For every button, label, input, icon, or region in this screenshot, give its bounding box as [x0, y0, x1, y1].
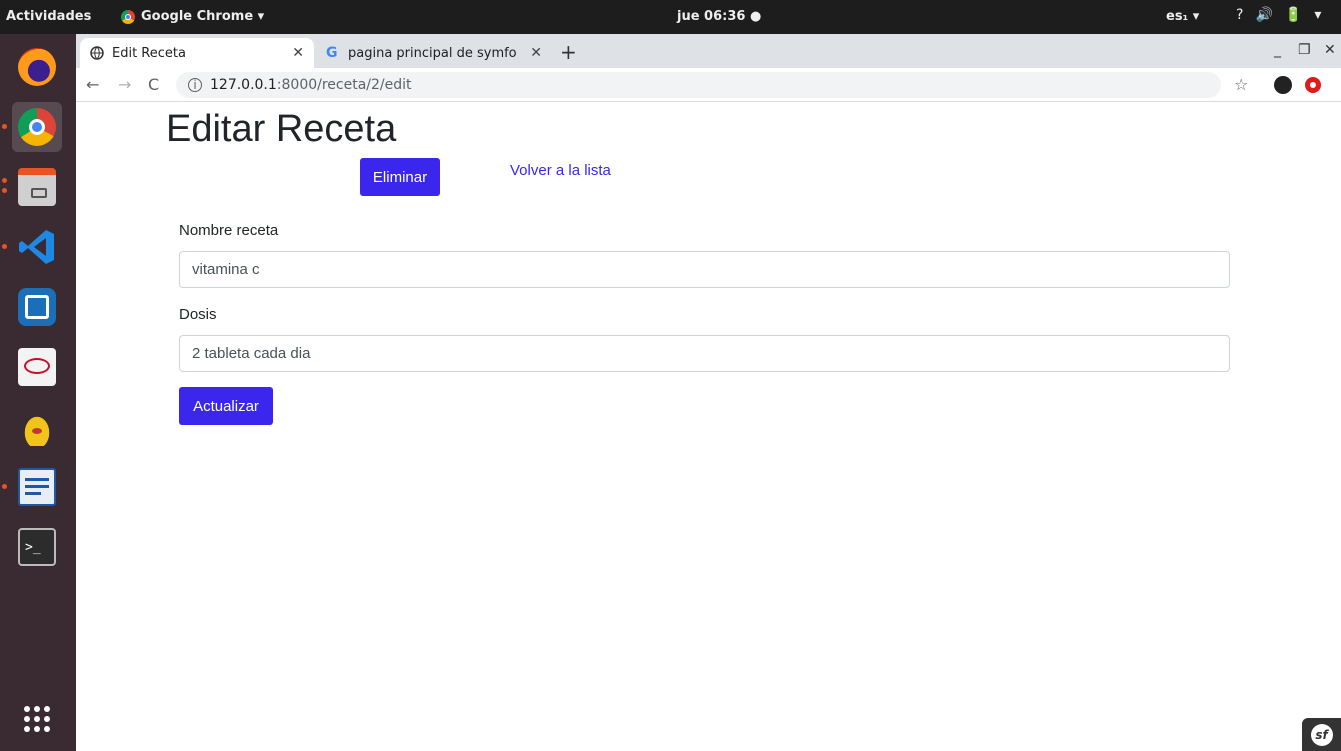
- symfony-logo-icon: sf: [1310, 723, 1333, 746]
- page-title: Editar Receta: [166, 108, 397, 150]
- acrobat-icon: [18, 348, 56, 386]
- dock-item-writer[interactable]: [2, 462, 62, 512]
- update-button[interactable]: Actualizar: [179, 387, 273, 425]
- terminal-icon: >_: [18, 528, 56, 566]
- vscode-icon: [19, 230, 54, 264]
- new-tab-button[interactable]: +: [560, 42, 577, 62]
- writer-icon: [18, 468, 56, 506]
- running-indicator: [2, 178, 7, 183]
- bookmark-star-icon[interactable]: ☆: [1234, 75, 1248, 94]
- running-indicator: [2, 244, 7, 249]
- restore-icon[interactable]: ❐: [1298, 42, 1311, 58]
- dock-item-files[interactable]: [2, 162, 62, 212]
- app-menu[interactable]: Google Chrome ▾: [121, 9, 264, 24]
- tab-edit-receta[interactable]: Edit Receta ✕: [80, 38, 314, 68]
- running-indicator: [2, 484, 7, 489]
- url-host: 127.0.0.1: [210, 77, 277, 93]
- dock: >_: [0, 34, 76, 751]
- battery-icon: 🔋: [1284, 7, 1303, 23]
- dock-item-firefox[interactable]: [12, 42, 62, 92]
- chrome-icon: [121, 9, 135, 24]
- dock-item-boxes[interactable]: [12, 282, 62, 332]
- reload-icon[interactable]: C: [148, 75, 159, 94]
- app-menu-label: Google Chrome ▾: [141, 9, 265, 24]
- close-window-icon[interactable]: ✕: [1324, 42, 1336, 58]
- chrome-icon: [18, 108, 56, 146]
- dock-item-acrobat[interactable]: [12, 342, 62, 392]
- tab-title: pagina principal de symfo: [348, 45, 517, 61]
- clock[interactable]: jue 06:36 ●: [677, 9, 761, 24]
- info-icon[interactable]: i: [188, 78, 202, 92]
- symfony-toolbar-toggle[interactable]: sf: [1302, 718, 1341, 751]
- help-icon: ?: [1236, 7, 1244, 23]
- extension-icon[interactable]: [1274, 76, 1292, 94]
- language-indicator[interactable]: es₁ ▾: [1166, 9, 1199, 24]
- dose-input[interactable]: [179, 335, 1230, 372]
- activities-button[interactable]: Actividades: [6, 9, 91, 24]
- tab-google-search[interactable]: G pagina principal de symfo ✕: [316, 38, 552, 68]
- browser-toolbar: ← → C i 127.0.0.1 :8000/receta/2/edit ☆: [76, 68, 1341, 102]
- firefox-icon: [18, 48, 56, 86]
- dock-item-genie[interactable]: [12, 402, 62, 452]
- genie-icon: [18, 408, 56, 446]
- globe-icon: [90, 46, 104, 60]
- dock-item-vscode[interactable]: [2, 222, 62, 272]
- google-icon: G: [326, 45, 338, 61]
- show-apps-icon: [24, 706, 50, 732]
- back-to-list-link[interactable]: Volver a la lista: [510, 162, 611, 179]
- recipe-name-label: Nombre receta: [179, 222, 279, 239]
- system-top-bar: Actividades Google Chrome ▾ jue 06:36 ● …: [0, 0, 1341, 34]
- extension-icon[interactable]: [1305, 77, 1321, 93]
- browser-tab-bar: Edit Receta ✕ G pagina principal de symf…: [76, 34, 1341, 68]
- close-icon[interactable]: ✕: [292, 45, 304, 61]
- dock-item-chrome[interactable]: [2, 102, 62, 152]
- recipe-name-input[interactable]: [179, 251, 1230, 288]
- running-indicator: [2, 124, 7, 129]
- page-content: Editar Receta Eliminar Volver a la lista…: [76, 102, 1341, 751]
- delete-button[interactable]: Eliminar: [360, 158, 440, 196]
- files-icon: [18, 168, 56, 206]
- address-bar[interactable]: i 127.0.0.1 :8000/receta/2/edit: [176, 72, 1221, 98]
- volume-icon: 🔊: [1255, 7, 1273, 23]
- dose-label: Dosis: [179, 306, 217, 323]
- forward-icon[interactable]: →: [118, 75, 131, 94]
- system-menu[interactable]: ? 🔊 🔋 ▾: [1236, 7, 1321, 23]
- tab-title: Edit Receta: [112, 45, 186, 61]
- running-indicator: [2, 188, 7, 193]
- dock-item-terminal[interactable]: >_: [12, 522, 62, 572]
- url-path: :8000/receta/2/edit: [276, 77, 412, 93]
- back-icon[interactable]: ←: [86, 75, 99, 94]
- dock-item-show-apps[interactable]: [12, 694, 62, 744]
- boxes-icon: [18, 288, 56, 326]
- minimize-icon[interactable]: _: [1274, 42, 1281, 58]
- close-icon[interactable]: ✕: [530, 45, 542, 61]
- chevron-down-icon: ▾: [1314, 7, 1322, 23]
